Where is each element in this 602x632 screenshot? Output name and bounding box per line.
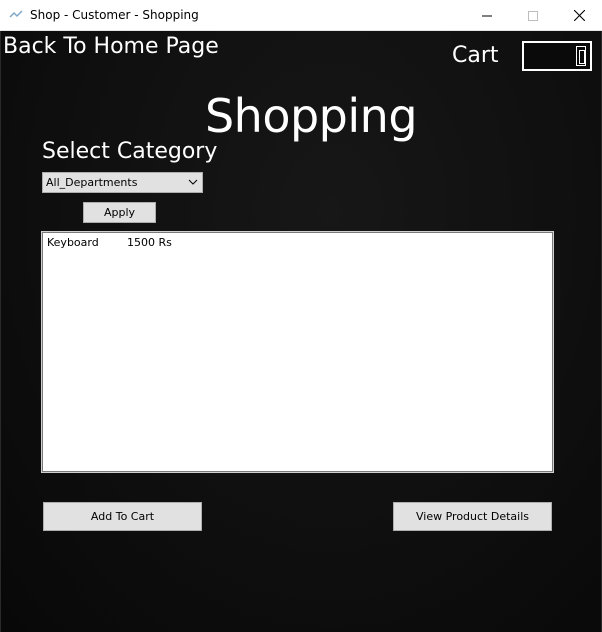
cart-icon (576, 46, 586, 66)
category-select-value: All_Departments (46, 176, 138, 189)
minimize-button[interactable] (464, 0, 510, 31)
shopping-window-client: Back To Home Page Cart Shopping Select C… (0, 31, 602, 632)
minimize-icon (482, 15, 492, 16)
maximize-button[interactable] (510, 0, 556, 31)
category-label: Select Category (42, 139, 218, 164)
close-icon (573, 10, 585, 21)
page-title: Shopping (204, 89, 418, 143)
product-price: 1500 Rs (127, 236, 172, 249)
window-titlebar: Shop - Customer - Shopping (0, 0, 602, 31)
list-item[interactable]: Keyboard 1500 Rs (47, 236, 547, 252)
category-select[interactable]: All_Departments (42, 172, 203, 193)
window-title: Shop - Customer - Shopping (30, 8, 199, 22)
close-button[interactable] (556, 0, 602, 31)
add-to-cart-button[interactable]: Add To Cart (43, 502, 202, 531)
cart-label: Cart (452, 43, 499, 68)
back-to-home-link[interactable]: Back To Home Page (3, 34, 219, 59)
maximize-icon (528, 10, 538, 21)
product-list[interactable]: Keyboard 1500 Rs (41, 231, 554, 473)
cart-button[interactable] (522, 41, 592, 71)
apply-button[interactable]: Apply (83, 202, 156, 223)
chevron-down-icon (188, 179, 198, 185)
product-name: Keyboard (47, 236, 99, 249)
view-product-details-button[interactable]: View Product Details (393, 502, 552, 531)
app-icon (9, 10, 23, 18)
